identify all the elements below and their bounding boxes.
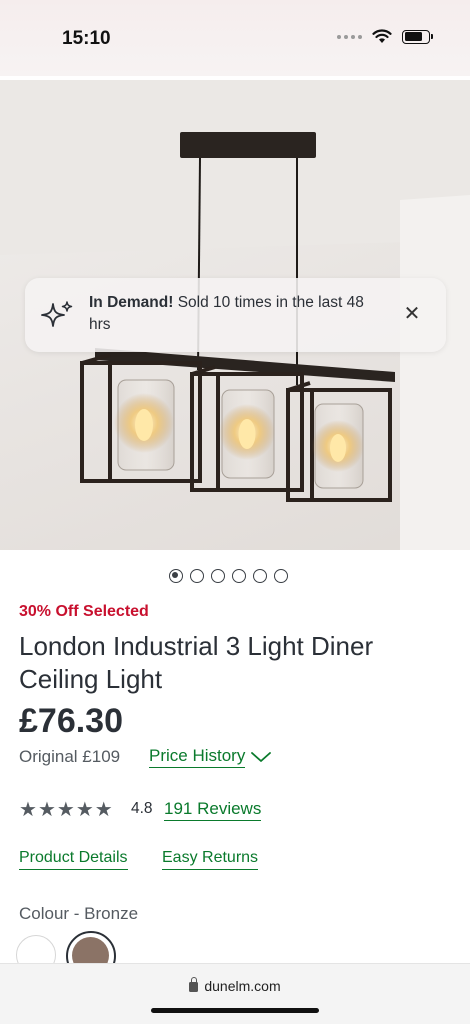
toast-heading: In Demand! bbox=[89, 294, 174, 311]
in-demand-toast: In Demand! Sold 10 times in the last 48 … bbox=[25, 278, 446, 352]
rating-value: 4.8 bbox=[131, 800, 153, 817]
signal-icon bbox=[337, 34, 362, 39]
carousel-dot[interactable] bbox=[211, 569, 225, 583]
star-icon: ★ bbox=[37, 799, 56, 821]
star-rating: ★ ★ ★ ★ ★ bbox=[19, 797, 113, 822]
url-text: dunelm.com bbox=[204, 978, 281, 994]
carousel-dot[interactable] bbox=[274, 569, 288, 583]
toast-message: In Demand! Sold 10 times in the last 48 … bbox=[89, 292, 389, 336]
star-icon: ★ bbox=[94, 799, 113, 821]
easy-returns-link[interactable]: Easy Returns bbox=[162, 849, 259, 870]
lock-icon bbox=[189, 977, 199, 992]
home-indicator[interactable] bbox=[151, 1008, 319, 1013]
close-icon[interactable]: ✕ bbox=[402, 304, 422, 324]
product-price: £76.30 bbox=[19, 702, 123, 740]
status-bar: 15:10 bbox=[0, 0, 470, 76]
original-price: Original £109 bbox=[19, 747, 121, 766]
colour-label: Colour - Bronze bbox=[19, 904, 139, 923]
product-details-link[interactable]: Product Details bbox=[19, 849, 128, 870]
sparkle-icon bbox=[41, 301, 73, 327]
carousel-dot[interactable] bbox=[232, 569, 246, 583]
carousel-dot[interactable] bbox=[190, 569, 204, 583]
browser-url-bar[interactable]: dunelm.com bbox=[0, 963, 470, 1024]
price-history-link[interactable]: Price History bbox=[149, 746, 246, 768]
battery-icon bbox=[402, 29, 433, 44]
status-icons bbox=[337, 29, 433, 44]
star-icon: ★ bbox=[56, 799, 75, 821]
chevron-down-icon[interactable] bbox=[250, 750, 272, 764]
carousel-dot[interactable] bbox=[169, 569, 183, 583]
url-text-container[interactable]: dunelm.com bbox=[0, 977, 470, 994]
wifi-icon bbox=[372, 29, 392, 43]
promo-label: 30% Off Selected bbox=[19, 603, 149, 620]
star-icon: ★ bbox=[19, 799, 37, 821]
status-time: 15:10 bbox=[62, 28, 111, 49]
carousel-dot[interactable] bbox=[253, 569, 267, 583]
star-icon: ★ bbox=[75, 799, 94, 821]
reviews-link[interactable]: 191 Reviews bbox=[164, 799, 262, 821]
product-title: London Industrial 3 Light Diner Ceiling … bbox=[19, 631, 374, 694]
carousel-indicator bbox=[169, 569, 288, 583]
